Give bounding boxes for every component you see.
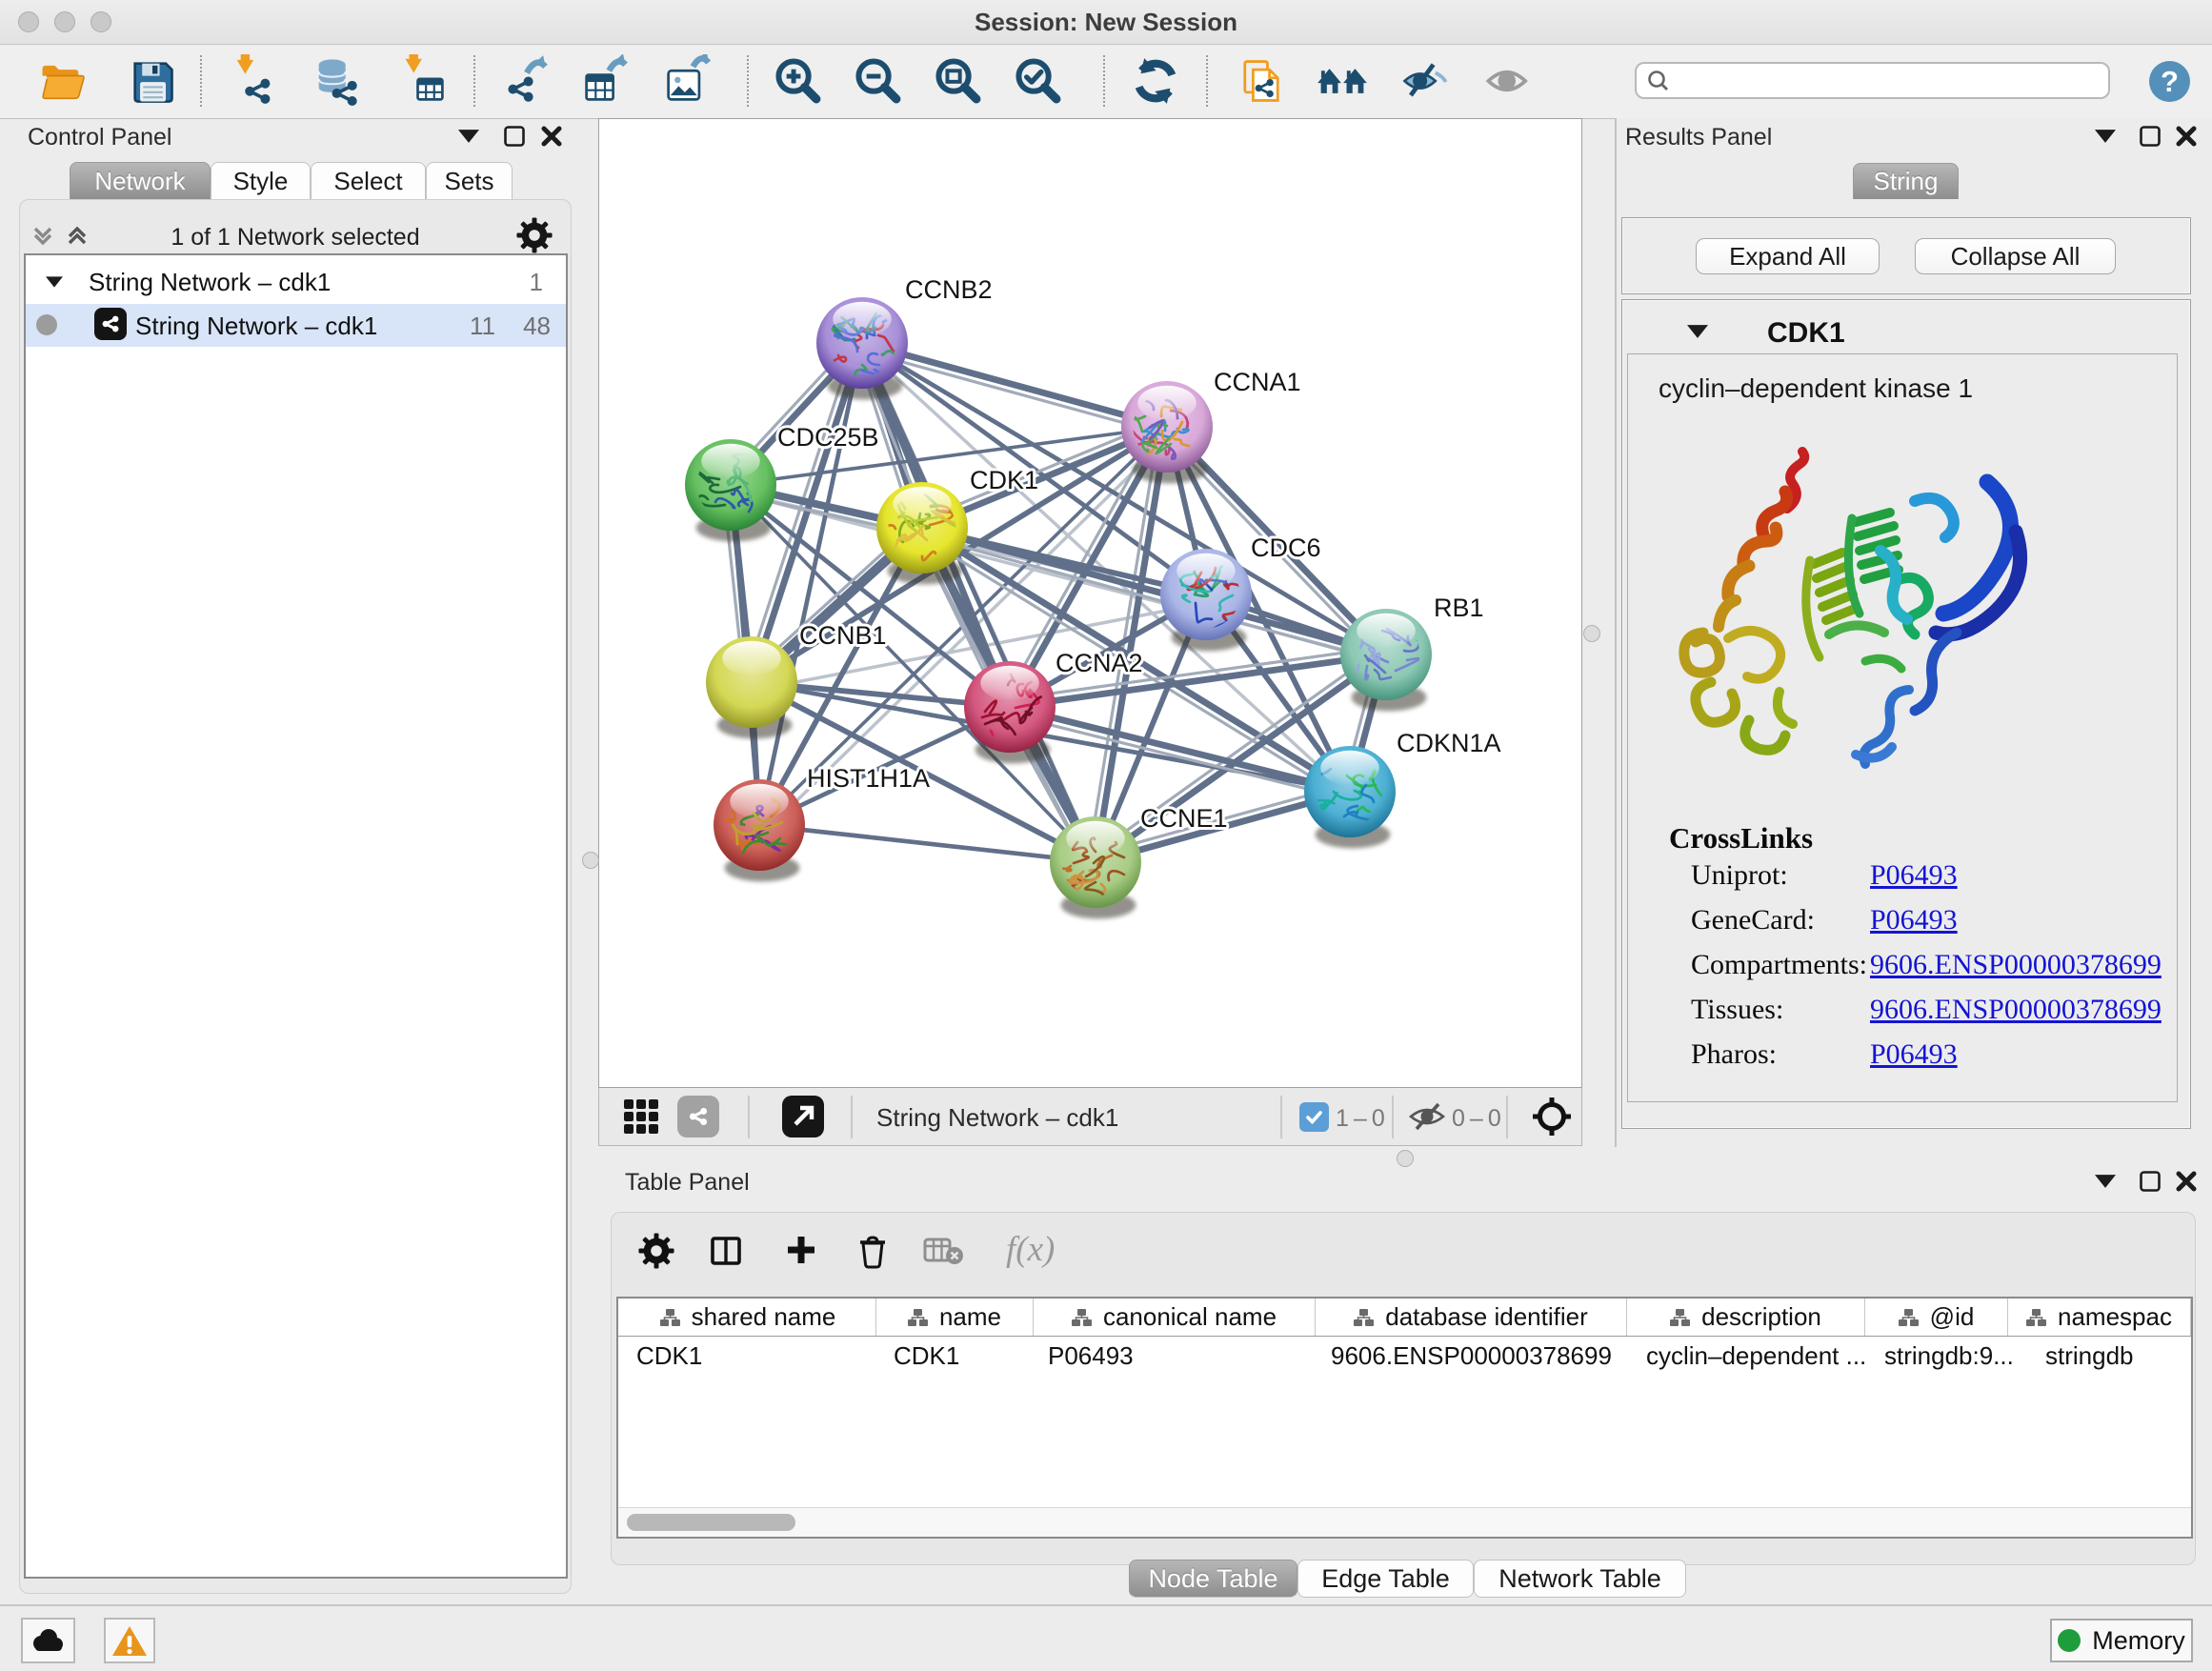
- svg-text:CCNE1: CCNE1: [1140, 804, 1228, 833]
- svg-text:CDC6: CDC6: [1251, 534, 1321, 562]
- svg-text:CCNA1: CCNA1: [1214, 368, 1301, 396]
- svg-text:CCNB1: CCNB1: [799, 621, 887, 650]
- svg-text:CDK1: CDK1: [970, 466, 1038, 494]
- svg-text:CCNA2: CCNA2: [1056, 649, 1143, 677]
- svg-text:RB1: RB1: [1434, 594, 1484, 622]
- svg-text:CCNB2: CCNB2: [905, 275, 993, 304]
- svg-text:HIST1H1A: HIST1H1A: [807, 764, 930, 793]
- svg-text:CDKN1A: CDKN1A: [1397, 729, 1501, 757]
- svg-text:CDC25B: CDC25B: [777, 423, 879, 452]
